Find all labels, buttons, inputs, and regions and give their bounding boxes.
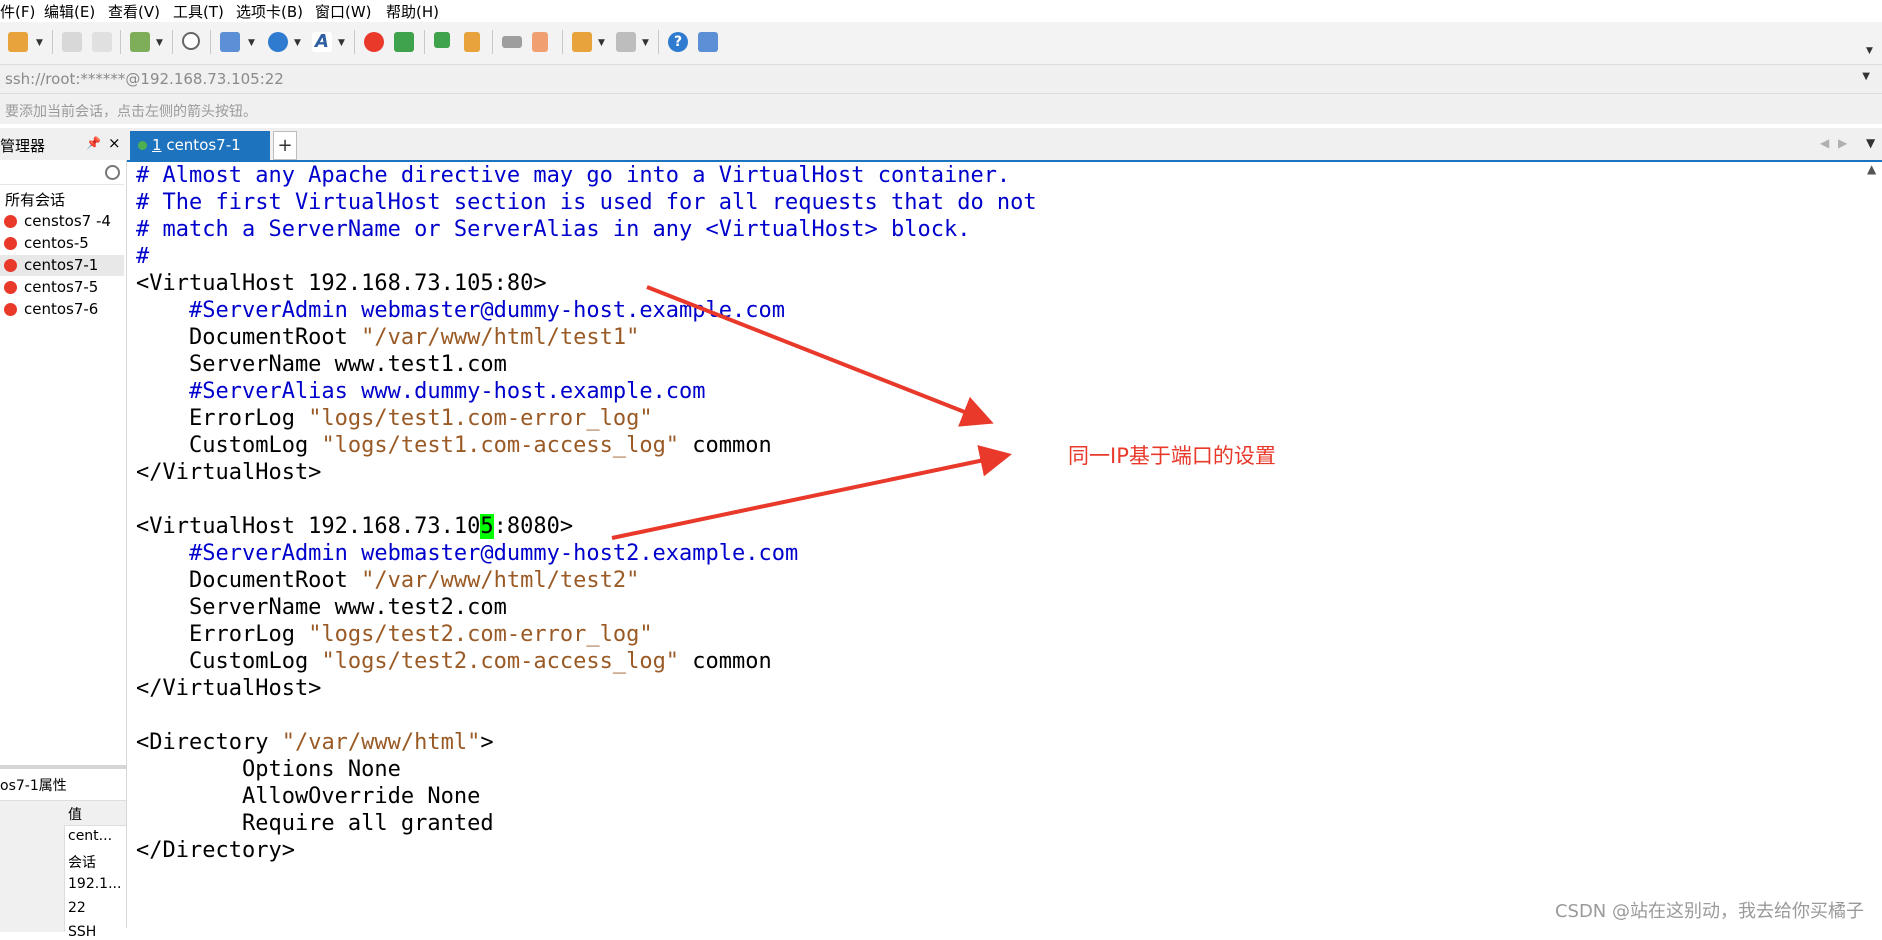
watermark: CSDN @站在这别动，我去给你买橘子 [1554,901,1864,922]
arrow-to-port-80 [646,285,994,427]
annotation-arrows [611,285,1012,540]
arrow-to-port-8080 [611,445,1012,540]
annotation-label: 同一IP基于端口的设置 [1068,444,1276,468]
